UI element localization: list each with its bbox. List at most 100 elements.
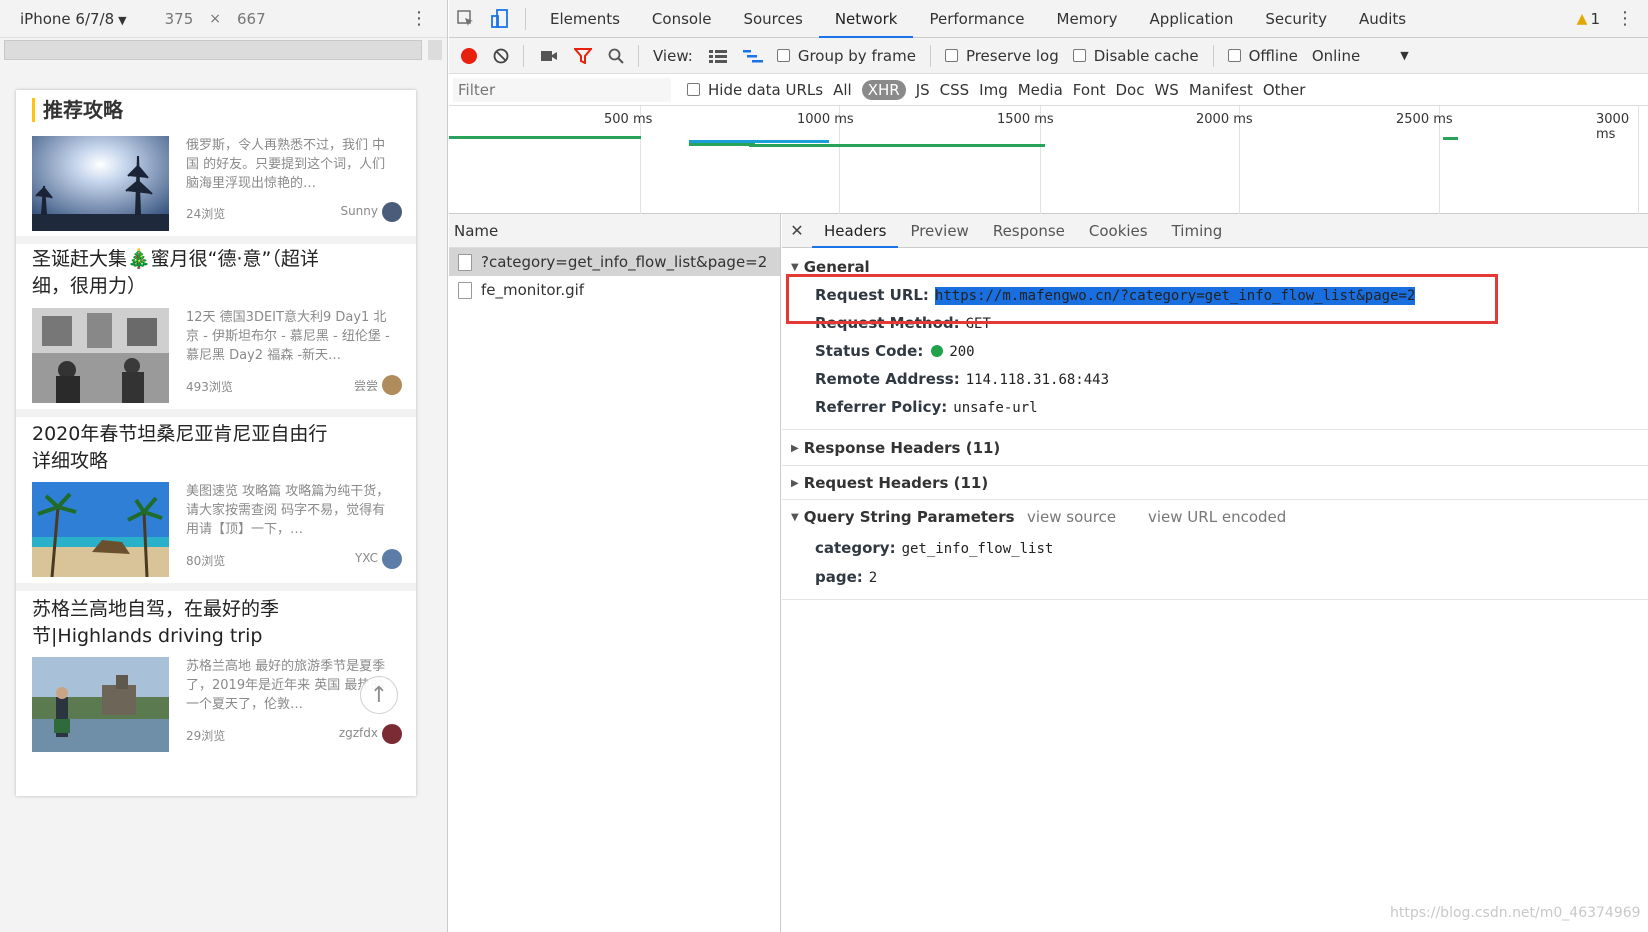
device-select[interactable]: iPhone 6/7/8 ▼ bbox=[20, 10, 127, 28]
device-toolbar: iPhone 6/7/8 ▼ 375 × 667 ⋮ bbox=[0, 0, 447, 38]
filter-type-manifest[interactable]: Manifest bbox=[1189, 81, 1253, 99]
waterfall-overview-icon[interactable] bbox=[742, 49, 763, 63]
timeline-tick: 2000 ms bbox=[1196, 112, 1253, 127]
arrow-up-icon: ↑ bbox=[369, 682, 389, 708]
device-height-field[interactable]: 667 bbox=[237, 10, 266, 28]
request-headers-toggle[interactable]: ▶ Request Headers (11) bbox=[791, 474, 988, 492]
timeline-bar bbox=[749, 144, 1045, 147]
filter-icon[interactable] bbox=[574, 47, 592, 64]
filter-type-other[interactable]: Other bbox=[1263, 81, 1306, 99]
back-to-top-button[interactable]: ↑ bbox=[360, 676, 398, 714]
request-row[interactable]: fe_monitor.gif bbox=[449, 276, 780, 304]
timeline-tick: 500 ms bbox=[604, 112, 653, 127]
query-string-toggle[interactable]: ▼ Query String Parameters bbox=[791, 508, 1015, 526]
tab-memory[interactable]: Memory bbox=[1041, 0, 1134, 38]
tab-console[interactable]: Console bbox=[636, 0, 728, 38]
article-thumbnail[interactable] bbox=[32, 308, 169, 403]
tab-application[interactable]: Application bbox=[1134, 0, 1250, 38]
filter-type-ws[interactable]: WS bbox=[1154, 81, 1178, 99]
inspect-element-icon[interactable] bbox=[449, 9, 483, 28]
author-avatar[interactable] bbox=[382, 724, 402, 744]
separator bbox=[638, 44, 639, 67]
article-author: YXC bbox=[354, 551, 378, 565]
article-views: 29浏览 bbox=[186, 729, 226, 743]
record-button[interactable] bbox=[461, 47, 477, 64]
article-title[interactable]: 苏格兰高地自驾，在最好的季节|Highlands driving trip bbox=[32, 596, 342, 650]
filter-input[interactable] bbox=[453, 77, 671, 102]
media-query-ruler[interactable] bbox=[4, 40, 422, 60]
filter-type-doc[interactable]: Doc bbox=[1115, 81, 1144, 99]
article-views: 24浏览 bbox=[186, 207, 226, 221]
tab-headers[interactable]: Headers bbox=[812, 214, 899, 248]
network-filter-bar: Hide data URLs All XHR JS CSS Img Media … bbox=[449, 74, 1648, 106]
response-headers-toggle[interactable]: ▶ Response Headers (11) bbox=[791, 439, 1000, 457]
device-emulation-pane: iPhone 6/7/8 ▼ 375 × 667 ⋮ 推荐攻略 俄罗斯，令人再熟悉… bbox=[0, 0, 448, 932]
section-divider bbox=[782, 429, 1648, 430]
author-avatar[interactable] bbox=[382, 549, 402, 569]
filter-type-js[interactable]: JS bbox=[916, 81, 930, 99]
file-icon bbox=[458, 253, 472, 271]
card-divider bbox=[16, 583, 416, 591]
close-icon[interactable]: ✕ bbox=[782, 221, 812, 240]
more-options-icon[interactable]: ⋮ bbox=[410, 8, 428, 29]
article-thumbnail[interactable] bbox=[32, 136, 169, 231]
section-divider bbox=[782, 599, 1648, 600]
warnings-counter[interactable]: ▲ 1 bbox=[1577, 10, 1600, 28]
group-by-frame-checkbox[interactable]: Group by frame bbox=[776, 47, 916, 65]
annotation-highlight-box bbox=[786, 274, 1498, 324]
tab-elements[interactable]: Elements bbox=[534, 0, 636, 38]
article-thumbnail[interactable] bbox=[32, 657, 169, 752]
separator bbox=[929, 44, 931, 67]
network-overview[interactable]: 500 ms 1000 ms 1500 ms 2000 ms 2500 ms 3… bbox=[449, 106, 1648, 214]
tab-sources[interactable]: Sources bbox=[727, 0, 818, 38]
view-url-encoded-link[interactable]: view URL encoded bbox=[1148, 508, 1286, 526]
author-avatar[interactable] bbox=[382, 202, 402, 222]
name-column-header[interactable]: Name bbox=[449, 214, 780, 248]
search-icon[interactable] bbox=[608, 48, 624, 64]
winter-tree-image bbox=[32, 136, 169, 231]
clear-icon[interactable] bbox=[493, 48, 509, 64]
tab-preview[interactable]: Preview bbox=[898, 214, 980, 248]
devtools-menu-icon[interactable]: ⋮ bbox=[1616, 8, 1634, 29]
timeline-tick: 1000 ms bbox=[797, 112, 854, 127]
device-toggle-icon[interactable] bbox=[483, 8, 517, 29]
tab-security[interactable]: Security bbox=[1249, 0, 1343, 38]
disable-cache-checkbox[interactable]: Disable cache bbox=[1072, 47, 1199, 65]
capture-screenshots-icon[interactable] bbox=[540, 49, 558, 63]
large-rows-icon[interactable] bbox=[708, 49, 727, 63]
filter-type-all[interactable]: All bbox=[833, 81, 852, 99]
article-title[interactable]: 圣诞赶大集🎄蜜月很“德·意”（超详细，很用力） bbox=[32, 246, 342, 300]
author-avatar[interactable] bbox=[382, 375, 402, 395]
tab-cookies[interactable]: Cookies bbox=[1077, 214, 1160, 248]
filter-type-img[interactable]: Img bbox=[979, 81, 1008, 99]
article-thumbnail[interactable] bbox=[32, 482, 169, 577]
filter-type-xhr[interactable]: XHR bbox=[861, 79, 906, 100]
file-icon bbox=[458, 281, 472, 299]
separator bbox=[525, 7, 526, 30]
watermark: https://blog.csdn.net/m0_46374969 bbox=[1390, 905, 1641, 921]
separator bbox=[523, 44, 524, 67]
filter-type-media[interactable]: Media bbox=[1018, 81, 1063, 99]
view-source-link[interactable]: view source bbox=[1027, 508, 1116, 526]
tab-response[interactable]: Response bbox=[981, 214, 1077, 248]
hide-data-urls-checkbox[interactable]: Hide data URLs bbox=[687, 81, 823, 99]
tab-timing[interactable]: Timing bbox=[1160, 214, 1235, 248]
view-label: View: bbox=[653, 46, 693, 65]
filter-type-css[interactable]: CSS bbox=[940, 81, 970, 99]
times-icon: × bbox=[209, 10, 221, 27]
preserve-log-checkbox[interactable]: Preserve log bbox=[944, 47, 1059, 65]
article-description: 12天 德国3DEIT意大利9 Day1 北京 - 伊斯坦布尔 - 慕尼黑 - … bbox=[186, 310, 390, 363]
timeline-tick: 1500 ms bbox=[997, 112, 1054, 127]
beach-palm-image bbox=[32, 482, 169, 577]
device-width-field[interactable]: 375 bbox=[165, 10, 194, 28]
timeline-tick: 3000 ms bbox=[1596, 112, 1630, 142]
tab-audits[interactable]: Audits bbox=[1343, 0, 1422, 38]
offline-checkbox[interactable]: Offline bbox=[1227, 47, 1298, 65]
filter-type-font[interactable]: Font bbox=[1073, 81, 1106, 99]
throttling-select[interactable]: Online ▼ bbox=[1312, 47, 1409, 65]
article-title[interactable]: 2020年春节坦桑尼亚肯尼亚自由行详细攻略 bbox=[32, 421, 342, 475]
article-author: zgzfdx bbox=[338, 726, 378, 740]
tab-performance[interactable]: Performance bbox=[913, 0, 1040, 38]
tab-network[interactable]: Network bbox=[818, 0, 914, 38]
request-row[interactable]: ?category=get_info_flow_list&page=2 bbox=[449, 248, 780, 276]
